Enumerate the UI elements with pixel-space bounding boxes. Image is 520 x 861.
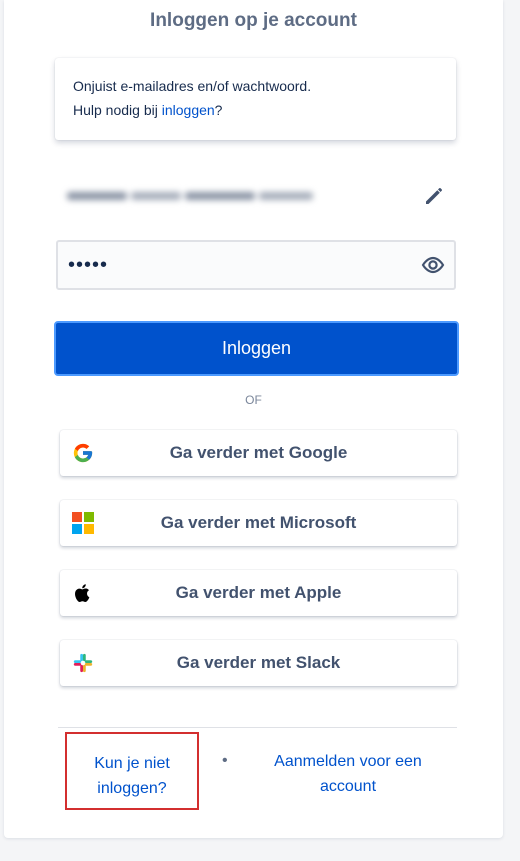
login-button[interactable]: Inloggen	[54, 321, 459, 376]
google-login-label: Ga verder met Google	[169, 443, 348, 462]
footer-divider	[58, 727, 457, 728]
cant-login-link[interactable]: Kun je niet inloggen?	[65, 732, 199, 810]
password-field[interactable]: •••••	[56, 240, 456, 290]
apple-login-button[interactable]: Ga verder met Apple	[60, 570, 457, 616]
signup-link[interactable]: Aanmelden voor een account	[257, 749, 439, 799]
login-card: Inloggen op je account Onjuist e-mailadr…	[4, 0, 503, 838]
help-text: Hulp nodig bij inloggen?	[73, 98, 438, 122]
slack-login-button[interactable]: Ga verder met Slack	[60, 640, 457, 686]
signup-line2: account	[319, 778, 377, 795]
redacted-email-blur	[67, 192, 313, 200]
password-value: •••••	[68, 254, 109, 276]
cant-login-line1: Kun je niet	[94, 755, 170, 772]
error-message-box: Onjuist e-mailadres en/of wachtwoord. Hu…	[55, 58, 456, 140]
help-login-link[interactable]: inloggen	[162, 102, 215, 118]
email-value-redacted	[67, 188, 313, 204]
help-suffix: ?	[214, 102, 223, 118]
error-message-text: Onjuist e-mailadres en/of wachtwoord.	[73, 78, 312, 94]
microsoft-login-button[interactable]: Ga verder met Microsoft	[60, 500, 457, 546]
page-title: Inloggen op je account	[150, 10, 357, 31]
email-display	[55, 176, 456, 216]
help-prefix: Hulp nodig bij	[73, 102, 162, 118]
eye-icon[interactable]	[420, 253, 446, 277]
slack-login-label: Ga verder met Slack	[176, 653, 341, 672]
footer-bullet: •	[222, 752, 228, 769]
apple-login-label: Ga verder met Apple	[175, 583, 342, 602]
cant-login-line2: inloggen?	[97, 780, 167, 797]
google-login-button[interactable]: Ga verder met Google	[60, 430, 457, 476]
signup-line1: Aanmelden voor een	[274, 753, 422, 770]
pencil-icon[interactable]	[422, 184, 446, 208]
or-separator: OF	[245, 393, 262, 407]
microsoft-login-label: Ga verder met Microsoft	[160, 513, 357, 532]
